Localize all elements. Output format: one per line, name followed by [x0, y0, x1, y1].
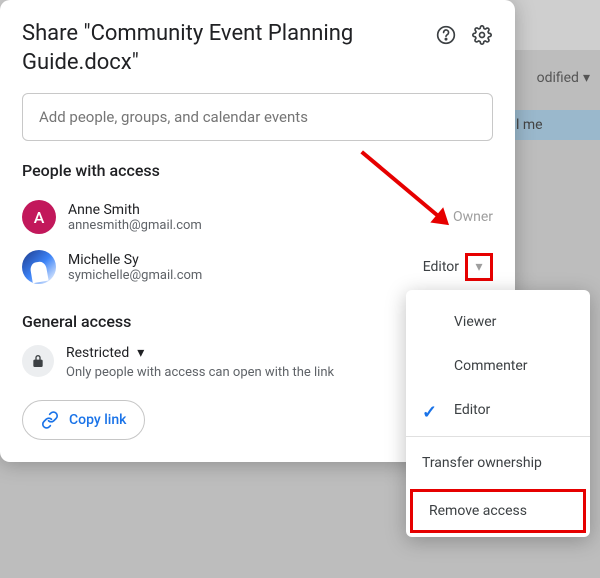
person-info: Anne Smith annesmith@gmail.com	[68, 202, 202, 233]
role-label: Editor	[423, 259, 459, 275]
lock-icon	[22, 345, 54, 377]
avatar	[22, 250, 56, 284]
caret-down-icon: ▾	[137, 345, 144, 361]
caret-down-icon: ▾	[475, 259, 482, 275]
chevron-down-icon: ▾	[583, 70, 590, 86]
person-name: Michelle Sy	[68, 252, 202, 268]
copy-link-button[interactable]: Copy link	[22, 400, 145, 440]
role-dropdown-editor[interactable]: Editor ▾	[423, 253, 493, 281]
header-icons	[435, 24, 493, 46]
person-email: symichelle@gmail.com	[68, 268, 202, 283]
copy-link-label: Copy link	[69, 412, 126, 428]
person-info: Michelle Sy symichelle@gmail.com	[68, 252, 202, 283]
background-column-header[interactable]: odified ▾	[537, 70, 590, 86]
menu-item-remove-access[interactable]: Remove access	[410, 489, 586, 533]
menu-divider	[406, 436, 590, 437]
avatar: A	[22, 200, 56, 234]
access-description: Only people with access can open with th…	[66, 365, 334, 380]
row-label: l me	[516, 117, 543, 133]
gear-icon[interactable]	[471, 24, 493, 46]
help-icon[interactable]	[435, 24, 457, 46]
access-level-label: Restricted	[66, 345, 129, 361]
avatar-letter: A	[34, 208, 45, 227]
person-row-editor: Michelle Sy symichelle@gmail.com Editor …	[22, 244, 493, 294]
dialog-title: Share "Community Event Planning Guide.do…	[22, 20, 402, 77]
people-with-access-heading: People with access	[22, 161, 493, 180]
menu-item-commenter[interactable]: Commenter	[406, 344, 590, 388]
access-level-dropdown[interactable]: Restricted ▾	[66, 345, 334, 361]
role-label-owner: Owner	[453, 209, 493, 225]
person-name: Anne Smith	[68, 202, 202, 218]
restricted-block: Restricted ▾ Only people with access can…	[66, 345, 334, 380]
add-people-input[interactable]	[22, 93, 493, 141]
column-label: odified	[537, 70, 579, 86]
person-email: annesmith@gmail.com	[68, 218, 202, 233]
dialog-header: Share "Community Event Planning Guide.do…	[22, 20, 493, 77]
role-dropdown-menu: Viewer Commenter Editor Transfer ownersh…	[406, 290, 590, 537]
dropdown-trigger-highlight[interactable]: ▾	[465, 253, 493, 281]
menu-item-viewer[interactable]: Viewer	[406, 300, 590, 344]
link-icon	[41, 411, 59, 429]
menu-item-editor[interactable]: Editor	[406, 388, 590, 432]
background-row[interactable]: l me	[510, 110, 600, 140]
menu-item-transfer-ownership[interactable]: Transfer ownership	[406, 441, 590, 485]
